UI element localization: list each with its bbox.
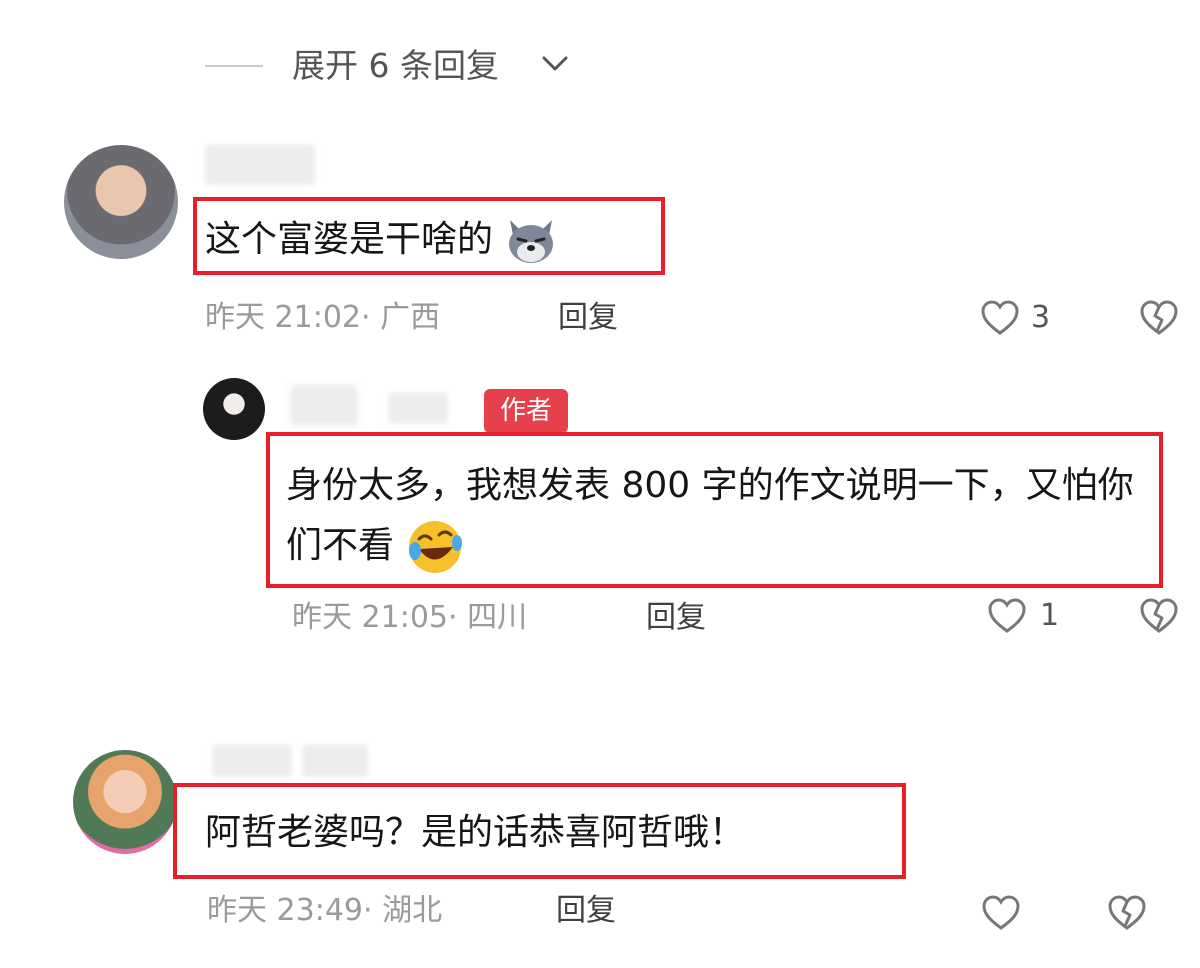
heart-icon[interactable]: [986, 596, 1028, 636]
broken-heart-icon[interactable]: [1138, 596, 1180, 636]
username-blurred[interactable]: [388, 393, 448, 423]
comment-time-location: 昨天 21:02· 广西: [205, 300, 441, 335]
heart-icon[interactable]: [980, 893, 1022, 933]
like-count: 1: [1040, 598, 1060, 633]
username-blurred[interactable]: [290, 385, 358, 425]
avatar[interactable]: [73, 750, 177, 854]
broken-heart-icon[interactable]: [1106, 893, 1148, 933]
reply-button[interactable]: 回复: [558, 298, 618, 338]
reply-button[interactable]: 回复: [556, 891, 616, 931]
comment-text: 这个富婆是干啥的: [205, 214, 558, 268]
username-blurred[interactable]: [302, 745, 368, 777]
like-count: 3: [1031, 300, 1051, 335]
heart-icon[interactable]: [979, 298, 1021, 338]
username-blurred[interactable]: [212, 745, 292, 777]
broken-heart-icon[interactable]: [1138, 298, 1180, 338]
comment-time-location: 昨天 23:49· 湖北: [207, 893, 443, 928]
comment-text: 身份太多，我想发表 800 字的作文说明一下，又怕你们不看: [286, 456, 1146, 577]
divider-line: [205, 65, 263, 67]
comment-text: 阿哲老婆吗？是的话恭喜阿哲哦！: [205, 812, 746, 853]
author-badge: 作者: [484, 389, 568, 433]
wolf-face-emoji-icon: [509, 220, 554, 263]
expand-replies-button[interactable]: 展开 6 条回复: [292, 44, 499, 88]
chevron-down-icon[interactable]: [540, 52, 570, 76]
avatar[interactable]: [64, 145, 178, 259]
reply-button[interactable]: 回复: [646, 598, 706, 638]
rolling-laughing-emoji-icon: [409, 521, 463, 573]
username-blurred[interactable]: [205, 145, 315, 185]
comment-text-content: 这个富婆是干啥的: [205, 219, 494, 260]
author-avatar[interactable]: [203, 378, 265, 440]
comment-time-location: 昨天 21:05· 四川: [292, 600, 528, 635]
